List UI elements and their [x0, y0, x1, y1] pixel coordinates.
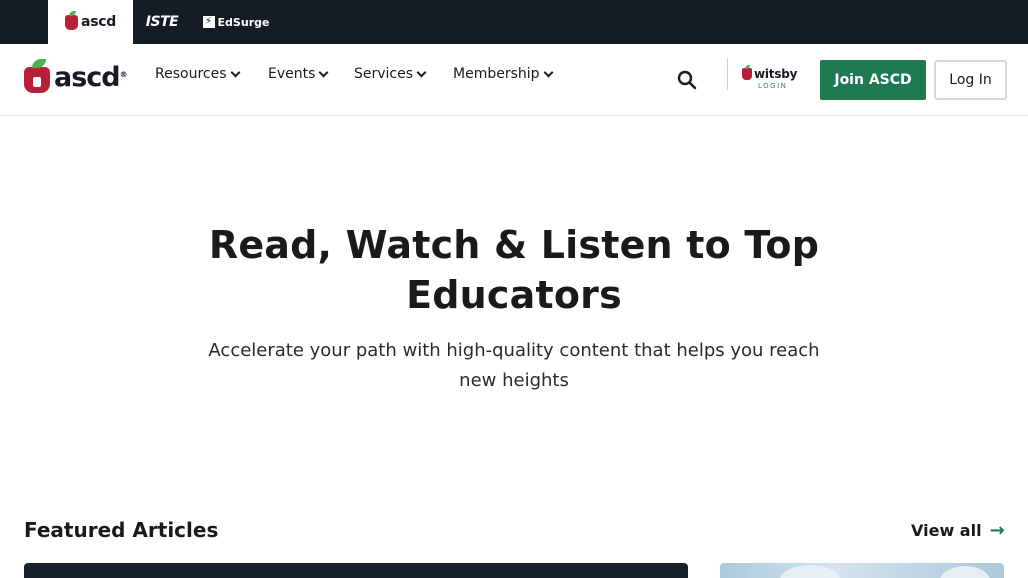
join-ascd-button[interactable]: Join ASCD [820, 60, 926, 100]
nav-item-label: Resources [155, 66, 227, 82]
featured-article-card[interactable] [720, 563, 1004, 578]
view-all-link[interactable]: View all → [911, 520, 1005, 541]
logo-text: ascd® [54, 61, 128, 93]
witsby-login-label: LOGIN [758, 82, 788, 90]
nav-menu: Resources Events Services Membership [155, 66, 563, 82]
chevron-down-icon [230, 67, 240, 77]
ascd-logo[interactable]: ascd® [24, 59, 128, 95]
nav-item-membership[interactable]: Membership [453, 66, 563, 82]
nav-item-label: Membership [453, 66, 540, 82]
bolt-icon: ⚡ [202, 16, 215, 28]
hero-title: Read, Watch & Listen to Top Educators [208, 223, 820, 317]
hero-subtitle: Accelerate your path with high-quality c… [208, 340, 820, 391]
nav-item-services[interactable]: Services [354, 66, 453, 82]
brand-tab-edsurge[interactable]: ⚡ EdSurge [201, 0, 271, 44]
ascd-logo-icon [65, 10, 79, 30]
featured-articles-heading: Featured Articles [24, 518, 219, 542]
brand-tab-iste-label: ISTE [145, 14, 179, 30]
witsby-logo-icon [742, 65, 752, 80]
nav-item-label: Events [268, 66, 316, 82]
brand-tab-ascd-label: ascd [81, 14, 116, 30]
search-icon[interactable] [675, 68, 699, 92]
chevron-down-icon [416, 67, 427, 77]
view-all-label: View all [911, 521, 982, 540]
witsby-login-button[interactable]: witsby LOGIN [742, 65, 804, 95]
edsurge-brand-logo: ⚡ EdSurge [202, 15, 270, 29]
chevron-down-icon [543, 67, 553, 77]
arrow-right-icon: → [989, 520, 1005, 541]
log-in-button[interactable]: Log In [934, 60, 1007, 100]
nav-item-label: Services [354, 66, 414, 82]
ascd-logo-icon [24, 59, 50, 93]
chevron-down-icon [318, 67, 329, 77]
witsby-label: witsby [754, 67, 798, 81]
ascd-brand-logo: ascd [65, 10, 116, 30]
main-nav: ascd® Resources Events Services Membersh… [0, 44, 1028, 116]
nav-item-events[interactable]: Events [268, 66, 354, 82]
brand-tab-ascd[interactable]: ascd [48, 0, 133, 44]
brand-tab-edsurge-label: EdSurge [217, 15, 270, 29]
featured-article-card[interactable] [24, 563, 688, 578]
brand-bar: ascd ISTE ⚡ EdSurge [0, 0, 1028, 44]
brand-tab-iste[interactable]: ISTE [141, 0, 183, 44]
nav-item-resources[interactable]: Resources [155, 66, 268, 82]
nav-divider [727, 58, 728, 90]
